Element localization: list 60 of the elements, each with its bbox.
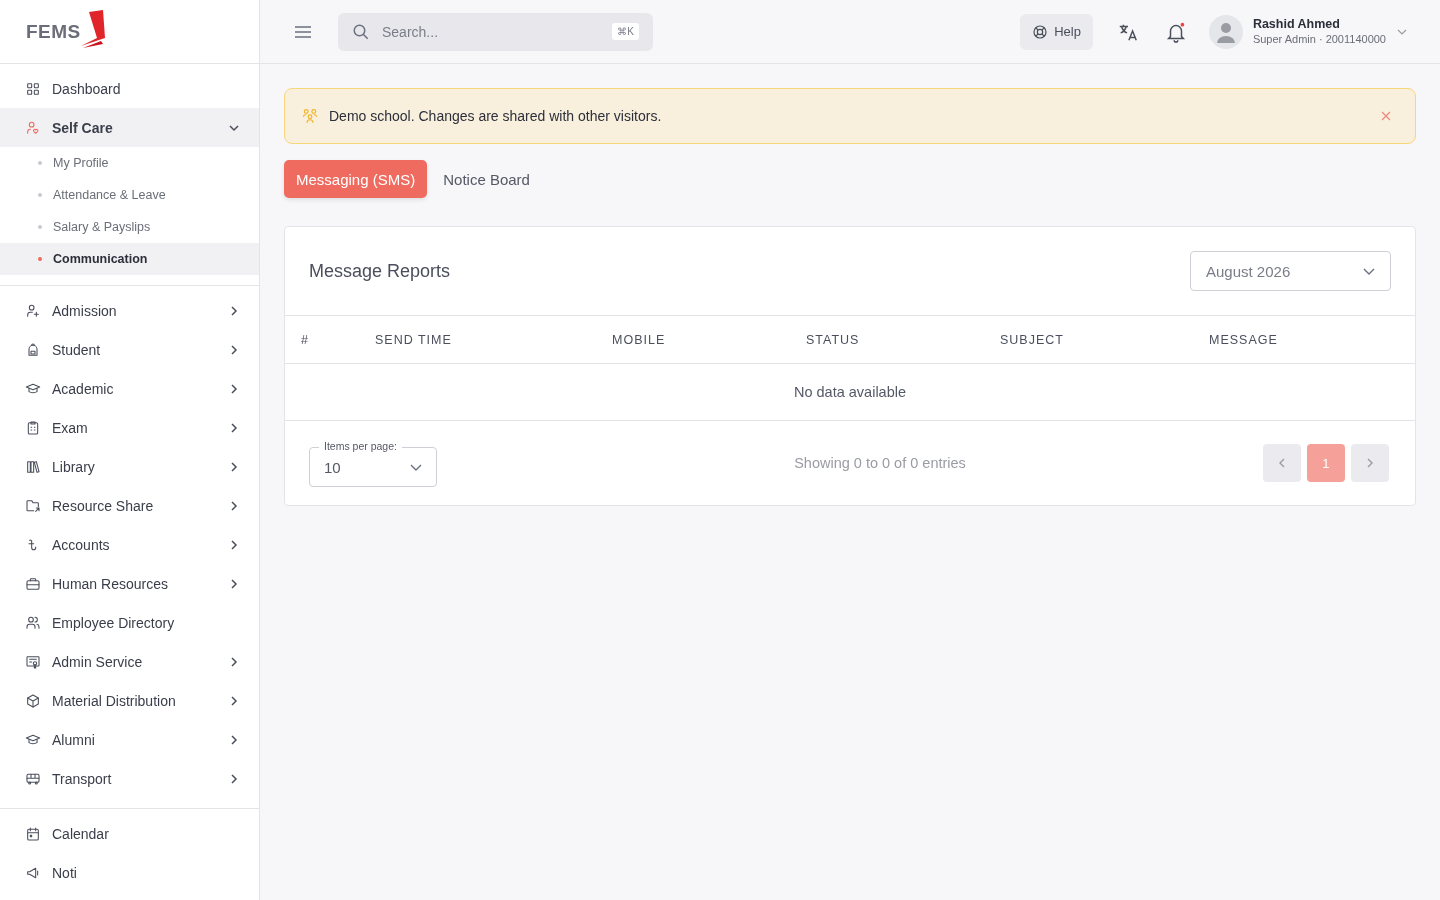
column-header: SEND TIME xyxy=(375,332,453,347)
clipboard-icon xyxy=(25,419,41,436)
nav-item[interactable]: Self Care xyxy=(0,108,259,147)
column-header: SUBJECT xyxy=(1000,332,1065,347)
help-button[interactable]: Help xyxy=(1020,13,1093,50)
card-title: Message Reports xyxy=(309,260,451,282)
column-header: MOBILE xyxy=(612,332,667,347)
nav-item[interactable]: Noti xyxy=(0,853,259,892)
search-box[interactable]: Search... ⌘K xyxy=(338,12,653,51)
nav-item[interactable]: Dashboard xyxy=(0,69,259,108)
month-select[interactable]: August 2026 xyxy=(1190,251,1391,291)
column-header: # xyxy=(301,332,310,347)
user-name: Rashid Ahmed xyxy=(1252,16,1341,32)
field-label: Items per page: xyxy=(319,440,402,453)
search-field[interactable]: Search... xyxy=(380,22,603,41)
nav-item[interactable]: Student xyxy=(0,330,259,369)
tab[interactable]: Notice Board xyxy=(431,160,542,198)
users-icon xyxy=(25,614,41,631)
nav-item[interactable]: Academic xyxy=(0,369,259,408)
people-icon xyxy=(301,107,319,125)
user-role: Super Admin · 2001140000 xyxy=(1252,31,1386,47)
submenu-item[interactable]: Salary & Payslips xyxy=(0,211,259,243)
grid-icon xyxy=(25,80,41,97)
submenu-item[interactable]: Communication xyxy=(0,243,259,275)
nav-item[interactable]: Accounts xyxy=(0,525,259,564)
column-header: STATUS xyxy=(806,332,861,347)
nav-item[interactable]: Employee Directory xyxy=(0,603,259,642)
briefcase-icon xyxy=(25,575,41,592)
certificate-icon xyxy=(25,653,41,670)
column-header: MESSAGE xyxy=(1209,332,1279,347)
logo-text: FEMS xyxy=(26,20,81,43)
lifebuoy-icon xyxy=(1032,23,1049,40)
menu-icon[interactable] xyxy=(294,24,312,39)
box-icon xyxy=(25,692,41,709)
backpack-icon xyxy=(25,341,41,358)
nav-item[interactable]: Admission xyxy=(0,291,259,330)
submenu-item[interactable]: Attendance & Leave xyxy=(0,179,259,211)
nav-item[interactable]: Alumni xyxy=(0,720,259,759)
close-icon[interactable] xyxy=(1381,111,1391,121)
nav-item[interactable]: Resource Share xyxy=(0,486,259,525)
nav-item[interactable]: Material Distribution xyxy=(0,681,259,720)
nav-item[interactable]: Library xyxy=(0,447,259,486)
user-plus-icon xyxy=(25,302,41,319)
nav-item[interactable]: Calendar xyxy=(0,814,259,853)
alert-text: Demo school. Changes are shared with other visitors. xyxy=(329,108,663,124)
search-icon xyxy=(352,22,370,41)
nav-item[interactable]: Human Resources xyxy=(0,564,259,603)
submenu-item[interactable]: My Profile xyxy=(0,147,259,179)
user-heart-icon xyxy=(25,119,41,136)
nav-item[interactable]: Admin Service xyxy=(0,642,259,681)
folder-icon xyxy=(25,497,41,514)
calendar-icon xyxy=(25,825,41,842)
nav-item[interactable]: Exam xyxy=(0,408,259,447)
empty-message: No data available xyxy=(793,384,907,400)
entries-summary: Showing 0 to 0 of 0 entries xyxy=(794,455,966,471)
avatar-icon[interactable] xyxy=(1208,14,1243,49)
nav-item[interactable]: Transport xyxy=(0,759,259,798)
items-per-page-select[interactable]: Items per page: 10 xyxy=(309,439,437,487)
shortcut-badge: ⌘K xyxy=(612,23,639,40)
books-icon xyxy=(25,458,41,475)
